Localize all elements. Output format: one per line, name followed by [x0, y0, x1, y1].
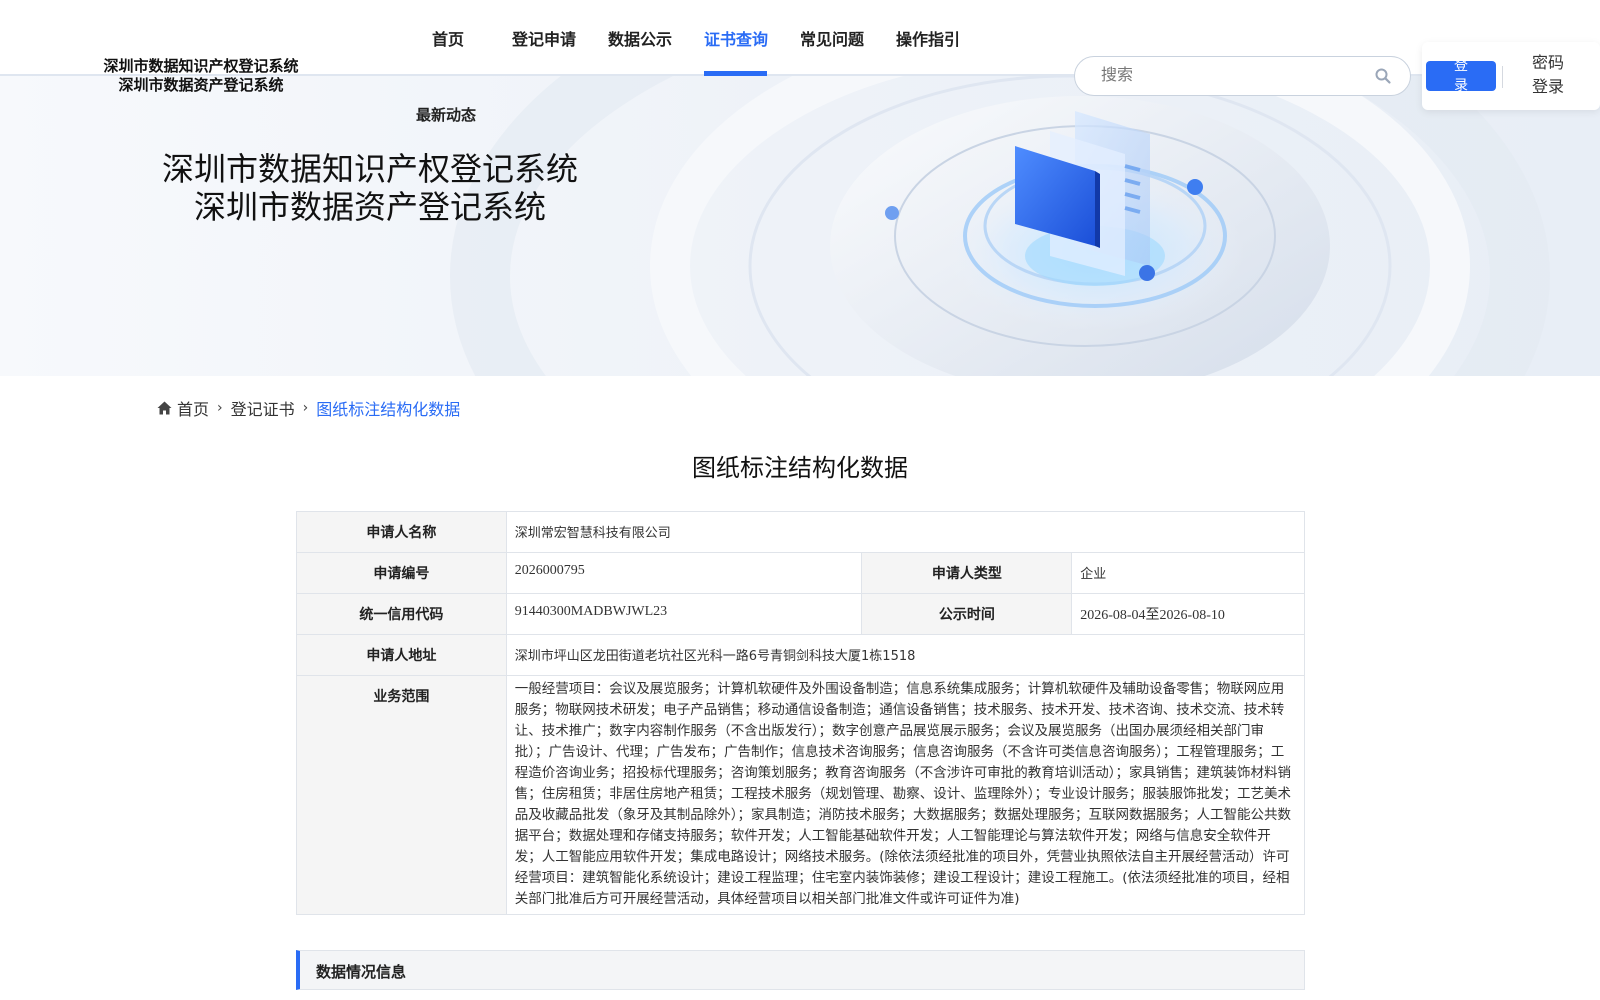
nav-data-publicity[interactable]: 数据公示	[608, 26, 672, 50]
active-nav-indicator	[704, 71, 767, 76]
nav-guide[interactable]: 操作指引	[896, 26, 960, 50]
data-info-section-header: 数据情况信息	[296, 950, 1305, 990]
application-no-label: 申请编号	[296, 552, 507, 594]
site-title-line2: 深圳市数据资产登记系统	[118, 76, 284, 94]
login-divider	[1502, 66, 1503, 88]
nav-latest-news[interactable]: 最新动态	[416, 104, 476, 125]
certificate-detail-table: 申请人名称 深圳常宏智慧科技有限公司 申请编号 2026000795 申请人类型…	[296, 511, 1306, 915]
breadcrumb-home[interactable]: 首页	[177, 396, 209, 420]
chevron-right-icon: ›	[217, 400, 223, 416]
applicant-name-value: 深圳常宏智慧科技有限公司	[505, 511, 1306, 553]
search-icon[interactable]	[1374, 67, 1392, 85]
chevron-right-icon: ›	[302, 400, 309, 416]
site-title[interactable]: 深圳市数据知识产权登记系统 深圳市数据资产登记系统	[96, 57, 306, 95]
nav-home[interactable]: 首页	[432, 26, 464, 50]
publicity-period-value: 2026-08-04至2026-08-10	[1071, 593, 1305, 635]
banner-title-line2: 深圳市数据资产登记系统	[193, 188, 546, 226]
table-row: 申请编号 2026000795 申请人类型 企业	[296, 552, 1305, 594]
table-row: 业务范围 一般经营项目：会议及展览服务；计算机软硬件及外围设备制造；信息系统集成…	[296, 675, 1306, 915]
address-value: 深圳市坪山区龙田街道老坑社区光科一路6号青铜剑科技大厦1栋1518	[505, 634, 1306, 676]
banner-title: 深圳市数据知识产权登记系统 深圳市数据资产登记系统	[120, 150, 620, 226]
table-row: 统一信用代码 91440300MADBWJWL23 公示时间 2026-08-0…	[296, 593, 1305, 635]
nav-certificate-query[interactable]: 证书查询	[704, 26, 768, 50]
business-scope-value: 一般经营项目：会议及展览服务；计算机软硬件及外围设备制造；信息系统集成服务；计算…	[505, 675, 1306, 915]
applicant-type-label: 申请人类型	[861, 552, 1073, 594]
nav-faq[interactable]: 常见问题	[800, 26, 864, 50]
application-no-value: 2026000795	[505, 552, 863, 594]
hero-banner: 深圳市数据知识产权登记系统 深圳市数据资产登记系统	[0, 76, 1600, 376]
breadcrumb-certificates[interactable]: 登记证书	[231, 396, 295, 420]
address-label: 申请人地址	[296, 634, 507, 676]
search-input[interactable]	[1101, 65, 1371, 87]
breadcrumb-current: 图纸标注结构化数据	[316, 400, 461, 419]
home-icon	[157, 401, 172, 415]
search-box	[1074, 56, 1411, 96]
table-row: 申请人名称 深圳常宏智慧科技有限公司	[296, 511, 1306, 553]
page-title: 图纸标注结构化数据	[692, 454, 908, 482]
site-title-line1: 深圳市数据知识产权登记系统	[103, 57, 299, 75]
publicity-period-label: 公示时间	[861, 593, 1073, 635]
banner-title-line1: 深圳市数据知识产权登记系统	[161, 150, 578, 188]
banner-illustration	[450, 76, 1550, 376]
credit-code-label: 统一信用代码	[296, 593, 507, 635]
login-panel: 登录 密码登录	[1422, 42, 1600, 110]
data-info-section-title: 数据情况信息	[316, 963, 407, 981]
password-login-link[interactable]: 密码登录	[1528, 51, 1568, 99]
login-button[interactable]: 登录	[1426, 61, 1496, 91]
credit-code-value: 91440300MADBWJWL23	[505, 593, 863, 635]
breadcrumb: 首页 › 登记证书 › 图纸标注结构化数据	[157, 396, 460, 420]
login-button-label: 登录	[1454, 61, 1468, 91]
table-row: 申请人地址 深圳市坪山区龙田街道老坑社区光科一路6号青铜剑科技大厦1栋1518	[296, 634, 1306, 676]
applicant-name-label: 申请人名称	[296, 511, 507, 553]
nav-register-apply[interactable]: 登记申请	[512, 26, 576, 50]
applicant-type-value: 企业	[1071, 552, 1305, 594]
business-scope-label: 业务范围	[296, 675, 507, 915]
